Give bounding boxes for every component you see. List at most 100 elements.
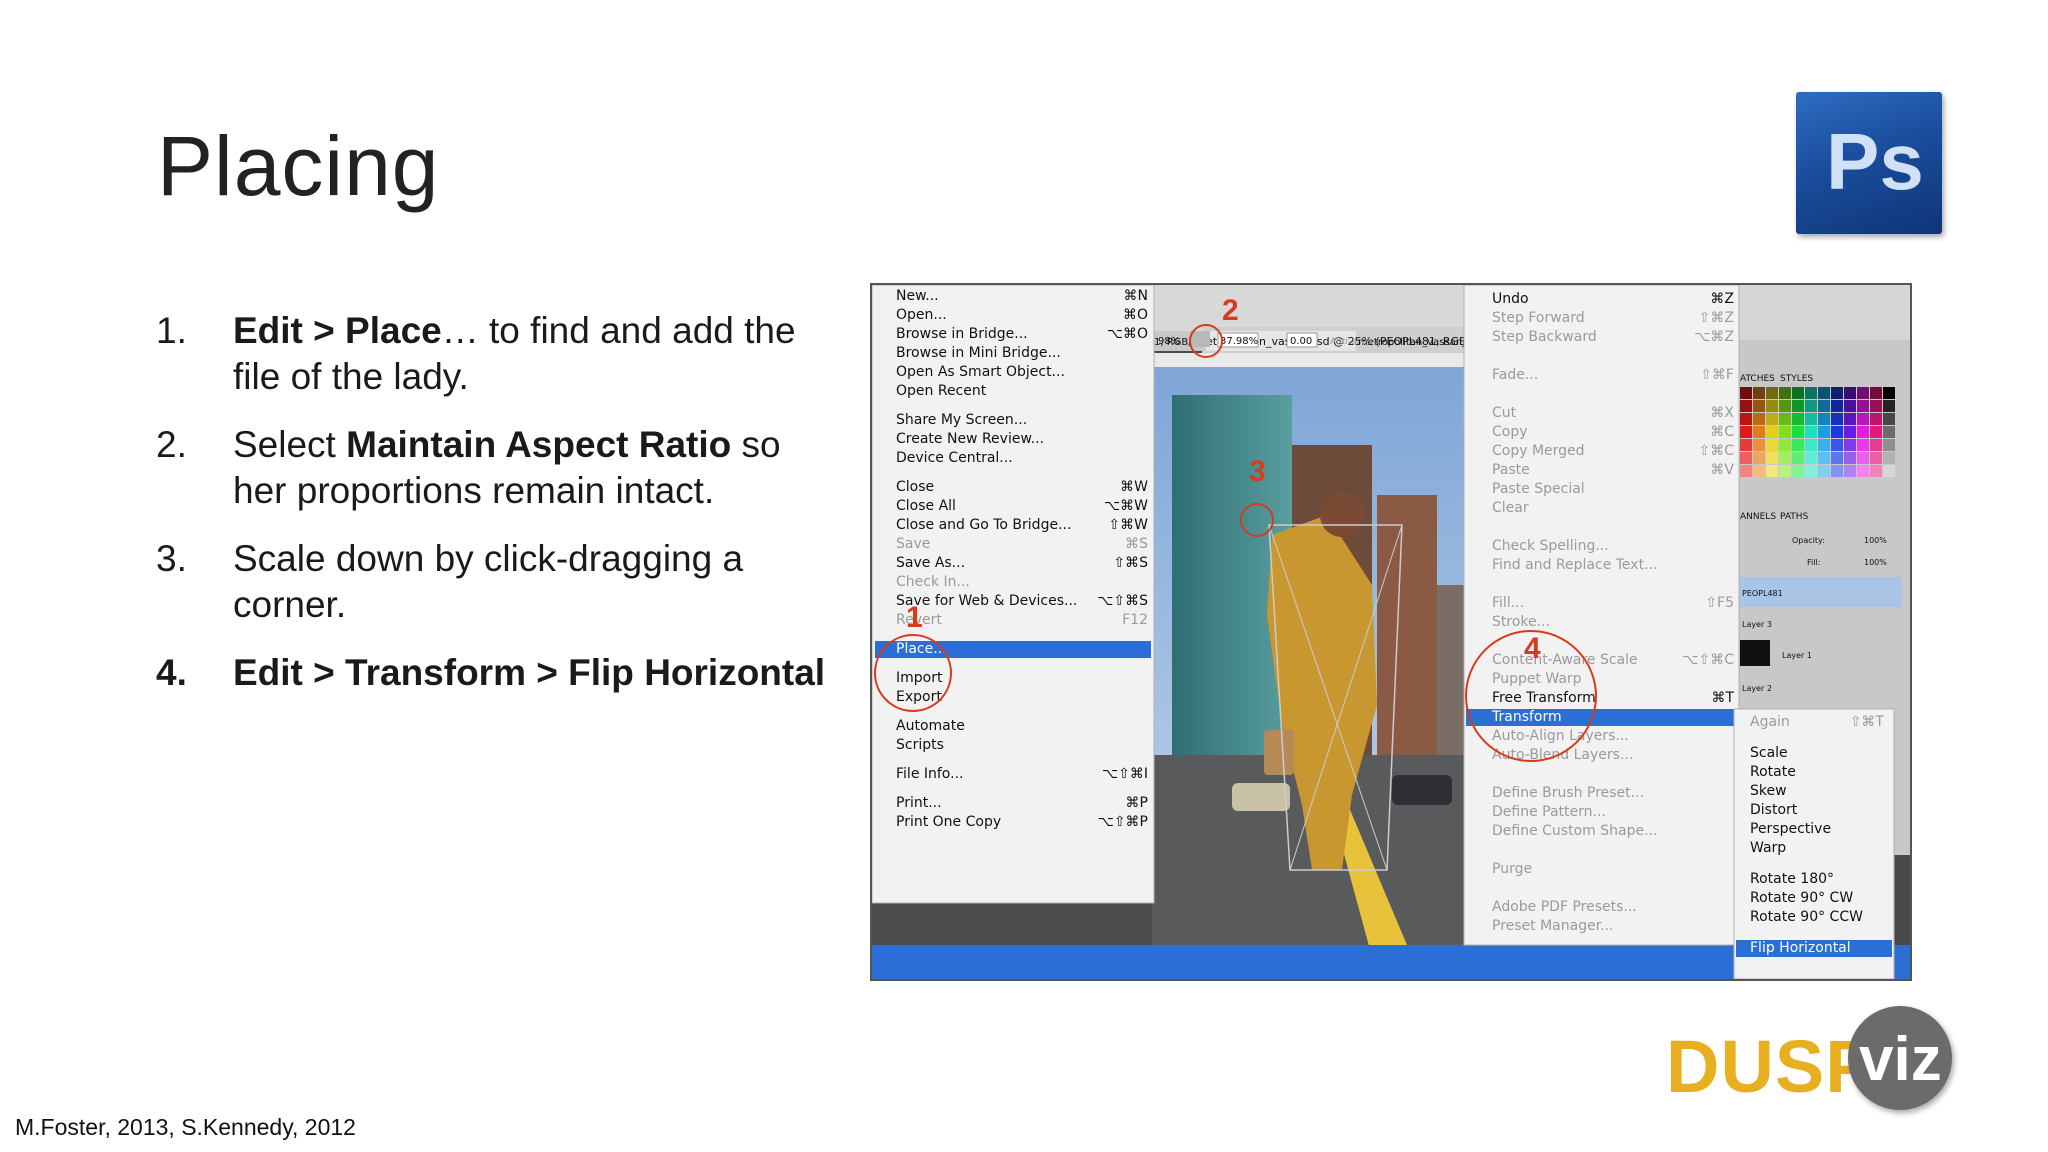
swatch[interactable]: [1818, 465, 1830, 477]
swatch[interactable]: [1857, 413, 1869, 425]
swatch[interactable]: [1818, 400, 1830, 412]
swatch[interactable]: [1844, 426, 1856, 438]
swatch[interactable]: [1857, 439, 1869, 451]
swatch[interactable]: [1792, 426, 1804, 438]
transform-menu-item[interactable]: Perspective: [1750, 821, 1831, 837]
edit-menu-item[interactable]: Adobe PDF Presets...: [1492, 899, 1637, 915]
swatch[interactable]: [1883, 426, 1895, 438]
swatch[interactable]: [1831, 387, 1843, 399]
file-menu-item[interactable]: Browse in Bridge...: [896, 326, 1028, 342]
edit-menu-item[interactable]: Auto-Blend Layers...: [1492, 747, 1633, 763]
swatch[interactable]: [1740, 400, 1752, 412]
swatch[interactable]: [1883, 452, 1895, 464]
swatch[interactable]: [1805, 387, 1817, 399]
swatch[interactable]: [1883, 387, 1895, 399]
swatch[interactable]: [1766, 387, 1778, 399]
file-menu-item[interactable]: Open...: [896, 307, 947, 323]
swatch[interactable]: [1844, 413, 1856, 425]
file-menu-item[interactable]: Browse in Mini Bridge...: [896, 345, 1061, 361]
transform-menu-item[interactable]: Rotate 90° CW: [1750, 890, 1853, 906]
swatch[interactable]: [1805, 452, 1817, 464]
swatch[interactable]: [1753, 400, 1765, 412]
file-menu-item[interactable]: New...: [896, 288, 939, 304]
edit-menu-item[interactable]: Undo: [1492, 291, 1529, 307]
transform-menu-item[interactable]: Scale: [1750, 745, 1788, 761]
swatch[interactable]: [1831, 400, 1843, 412]
swatch[interactable]: [1766, 426, 1778, 438]
swatch[interactable]: [1753, 452, 1765, 464]
swatch[interactable]: [1857, 452, 1869, 464]
swatch[interactable]: [1740, 439, 1752, 451]
fill-value[interactable]: 100%: [1864, 558, 1887, 567]
edit-menu-item[interactable]: Define Brush Preset...: [1492, 785, 1644, 801]
swatch[interactable]: [1779, 439, 1791, 451]
swatch[interactable]: [1883, 400, 1895, 412]
transform-menu-item[interactable]: Distort: [1750, 802, 1798, 818]
transform-menu-item[interactable]: Rotate: [1750, 764, 1796, 780]
swatch[interactable]: [1753, 465, 1765, 477]
swatches-tab[interactable]: ATCHES: [1740, 374, 1775, 384]
swatch[interactable]: [1844, 400, 1856, 412]
swatch[interactable]: [1831, 452, 1843, 464]
swatch[interactable]: [1740, 426, 1752, 438]
swatch[interactable]: [1792, 452, 1804, 464]
swatch[interactable]: [1779, 400, 1791, 412]
swatch[interactable]: [1870, 387, 1882, 399]
swatch[interactable]: [1805, 439, 1817, 451]
swatch[interactable]: [1818, 452, 1830, 464]
swatch[interactable]: [1818, 387, 1830, 399]
file-menu-item[interactable]: Close and Go To Bridge...: [896, 517, 1071, 533]
swatch[interactable]: [1753, 426, 1765, 438]
swatch[interactable]: [1766, 413, 1778, 425]
swatch[interactable]: [1740, 413, 1752, 425]
swatch[interactable]: [1740, 452, 1752, 464]
swatch[interactable]: [1883, 465, 1895, 477]
edit-menu-item[interactable]: Cut: [1492, 405, 1517, 421]
swatch[interactable]: [1831, 465, 1843, 477]
swatch[interactable]: [1792, 465, 1804, 477]
swatch[interactable]: [1792, 439, 1804, 451]
file-menu-item[interactable]: Scripts: [896, 737, 944, 753]
file-menu-item[interactable]: Print One Copy: [896, 814, 1001, 830]
channels-tab[interactable]: ANNELS: [1740, 512, 1776, 522]
edit-menu-item[interactable]: Copy: [1492, 424, 1528, 440]
edit-menu-item[interactable]: Purge: [1492, 861, 1532, 877]
swatch[interactable]: [1740, 387, 1752, 399]
edit-menu-item[interactable]: Preset Manager...: [1492, 918, 1614, 934]
edit-menu-item[interactable]: Paste Special: [1492, 481, 1585, 497]
swatch[interactable]: [1753, 413, 1765, 425]
swatch[interactable]: [1870, 413, 1882, 425]
file-menu-item[interactable]: Save for Web & Devices...: [896, 593, 1077, 609]
swatch[interactable]: [1844, 465, 1856, 477]
swatch[interactable]: [1779, 426, 1791, 438]
swatch[interactable]: [1805, 400, 1817, 412]
file-menu-item[interactable]: Device Central...: [896, 450, 1013, 466]
edit-menu-item[interactable]: Transform: [1491, 709, 1562, 725]
swatch[interactable]: [1766, 400, 1778, 412]
swatch[interactable]: [1792, 400, 1804, 412]
file-menu-item[interactable]: Close All: [896, 498, 956, 514]
swatch[interactable]: [1805, 426, 1817, 438]
swatch[interactable]: [1779, 465, 1791, 477]
edit-menu-item[interactable]: Free Transform: [1492, 690, 1596, 706]
swatch[interactable]: [1883, 439, 1895, 451]
file-menu-item[interactable]: Create New Review...: [896, 431, 1044, 447]
swatch[interactable]: [1831, 413, 1843, 425]
swatch[interactable]: [1779, 387, 1791, 399]
swatch[interactable]: [1792, 387, 1804, 399]
layer3-name[interactable]: Layer 3: [1742, 620, 1772, 629]
edit-menu-item[interactable]: Fade...: [1492, 367, 1538, 383]
swatch[interactable]: [1844, 452, 1856, 464]
swatch[interactable]: [1857, 426, 1869, 438]
swatch[interactable]: [1870, 400, 1882, 412]
swatch[interactable]: [1870, 465, 1882, 477]
swatch[interactable]: [1766, 452, 1778, 464]
swatch[interactable]: [1753, 387, 1765, 399]
opacity-value[interactable]: 100%: [1864, 536, 1887, 545]
swatch[interactable]: [1792, 413, 1804, 425]
edit-menu-item[interactable]: Stroke...: [1492, 614, 1550, 630]
edit-menu-item[interactable]: Define Pattern...: [1492, 804, 1606, 820]
file-menu-item[interactable]: Share My Screen...: [896, 412, 1027, 428]
paths-tab[interactable]: PATHS: [1780, 512, 1809, 522]
transform-menu-item[interactable]: Flip Horizontal: [1750, 940, 1851, 956]
